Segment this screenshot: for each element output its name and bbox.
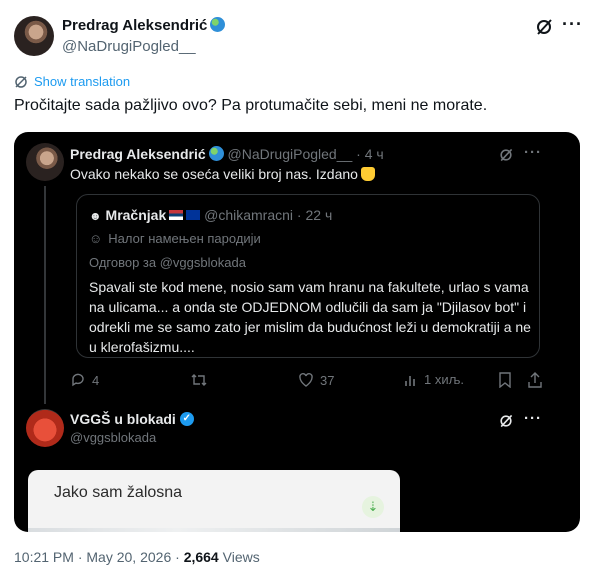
quoted-post-time: 22 ч bbox=[305, 207, 333, 223]
separator-dot: · bbox=[175, 549, 180, 565]
screenshot-post2-header: VGGŠ u blokadi ✓ bbox=[70, 411, 194, 427]
embed-image bbox=[28, 528, 400, 532]
quoted-post-name: Mračnjak bbox=[105, 207, 167, 223]
screenshot-post1-header: Predrag Aleksendrić @NaDrugiPogled__ · 4… bbox=[70, 146, 384, 162]
eu-flag-icon bbox=[186, 210, 201, 220]
globe-icon bbox=[208, 146, 224, 161]
screenshot-post2-handle: @vggsblokada bbox=[70, 430, 157, 445]
quoted-post-body: Spavali ste kod mene, nosio sam vam hran… bbox=[89, 277, 531, 357]
separator-dot: · bbox=[356, 146, 361, 162]
screenshot-post1-avatar bbox=[26, 143, 64, 181]
grok-icon bbox=[500, 148, 513, 162]
repost-action bbox=[190, 372, 208, 388]
screenshot-action-bar: 4 37 1 хиљ. bbox=[70, 372, 542, 392]
screenshot-post2-name: VGGŠ u blokadi bbox=[70, 411, 176, 427]
quoted-post-line: na ulicama... a onda ste ODJEDNOM odluči… bbox=[89, 299, 527, 315]
parody-label: Налог намењен пародији bbox=[108, 231, 261, 246]
show-translation-label[interactable]: Show translation bbox=[34, 74, 130, 89]
reply-action: 4 bbox=[70, 372, 99, 388]
more-options-icon[interactable]: ··· bbox=[562, 14, 583, 35]
embed-title: Jako sam žalosna bbox=[54, 484, 183, 501]
screenshot-post1-name: Predrag Aleksendrić bbox=[70, 146, 206, 162]
tweet-date[interactable]: May 20, 2026 bbox=[86, 549, 171, 565]
screenshot-post2-avatar bbox=[26, 409, 64, 447]
reply-icon bbox=[72, 373, 84, 387]
grok-icon bbox=[500, 414, 513, 428]
quoted-post: ☻ Mračnjak @chikamracni · 22 ч ☺ Налог н… bbox=[76, 194, 540, 358]
screenshot-post1-time: 4 ч bbox=[364, 146, 384, 162]
quoted-post-handle: @chikamracni bbox=[204, 207, 294, 223]
repost-icon bbox=[191, 374, 207, 386]
parody-mask-icon: ☺ bbox=[89, 231, 103, 246]
screenshot-post1-text: Ovako nekako se oseća veliki broj nas. I… bbox=[70, 166, 375, 182]
author-name-text[interactable]: Predrag Aleksendrić bbox=[62, 17, 207, 34]
share-action bbox=[528, 372, 542, 388]
thread-line bbox=[44, 186, 46, 404]
more-options-icon: ··· bbox=[524, 144, 542, 161]
author-name[interactable]: Predrag Aleksendrić bbox=[62, 17, 226, 34]
bookmark-icon bbox=[499, 372, 511, 388]
bookmark-action bbox=[498, 372, 512, 388]
download-icon: ⇣ bbox=[362, 496, 384, 518]
facepalm-emoji-icon bbox=[360, 167, 375, 181]
like-count: 37 bbox=[320, 372, 335, 388]
author-avatar[interactable] bbox=[14, 16, 54, 56]
reply-to-label: Одговор за @vggsblokada bbox=[89, 255, 246, 270]
separator-dot: · bbox=[77, 549, 83, 565]
author-handle[interactable]: @NaDrugiPogled__ bbox=[62, 38, 196, 55]
serbia-flag-icon bbox=[169, 210, 184, 220]
more-options-icon: ··· bbox=[524, 410, 542, 427]
screenshot-post2-media: Jako sam žalosna ⇣ bbox=[28, 470, 400, 532]
like-action: 37 bbox=[298, 372, 334, 388]
screenshot-post1-text-content: Ovako nekako se oseća veliki broj nas. I… bbox=[70, 166, 358, 182]
screenshot-post1-handle: @NaDrugiPogled__ bbox=[227, 146, 353, 162]
quoted-post-line: u klerofašizmu.... bbox=[89, 339, 195, 355]
views-count: 1 хиљ. bbox=[424, 372, 464, 387]
quoted-post-header: ☻ Mračnjak @chikamracni · 22 ч bbox=[89, 207, 332, 223]
verified-badge-icon: ✓ bbox=[179, 412, 194, 426]
views-chart-icon bbox=[405, 375, 415, 386]
views-action: 1 хиљ. bbox=[404, 372, 464, 387]
views-count: 2,664 bbox=[183, 549, 219, 565]
tweet-text: Pročitajte sada pažljivo ovo? Pa protuma… bbox=[14, 97, 488, 114]
quoted-post-line: Spavali ste kod mene, nosio sam vam hran… bbox=[89, 279, 529, 295]
mask-icon: ☻ bbox=[89, 209, 102, 223]
parody-label-row: ☺ Налог намењен пародији bbox=[89, 231, 261, 246]
reply-count: 4 bbox=[92, 372, 100, 388]
grok-icon[interactable] bbox=[534, 17, 554, 37]
tweet-meta: 10:21 PM · May 20, 2026 · 2,664 Views bbox=[14, 549, 260, 565]
separator-dot: · bbox=[296, 207, 302, 223]
tweet-time[interactable]: 10:21 PM bbox=[14, 549, 74, 565]
views-label: Views bbox=[222, 549, 260, 565]
show-translation-link[interactable]: Show translation bbox=[14, 74, 130, 89]
attached-screenshot[interactable]: Predrag Aleksendrić @NaDrugiPogled__ · 4… bbox=[14, 132, 580, 532]
quoted-post-line: odrekli me se samo zato jer mislim da bu… bbox=[89, 319, 531, 335]
heart-icon bbox=[299, 372, 313, 387]
globe-icon bbox=[210, 17, 226, 32]
translate-icon bbox=[15, 75, 27, 88]
share-icon bbox=[528, 372, 542, 388]
